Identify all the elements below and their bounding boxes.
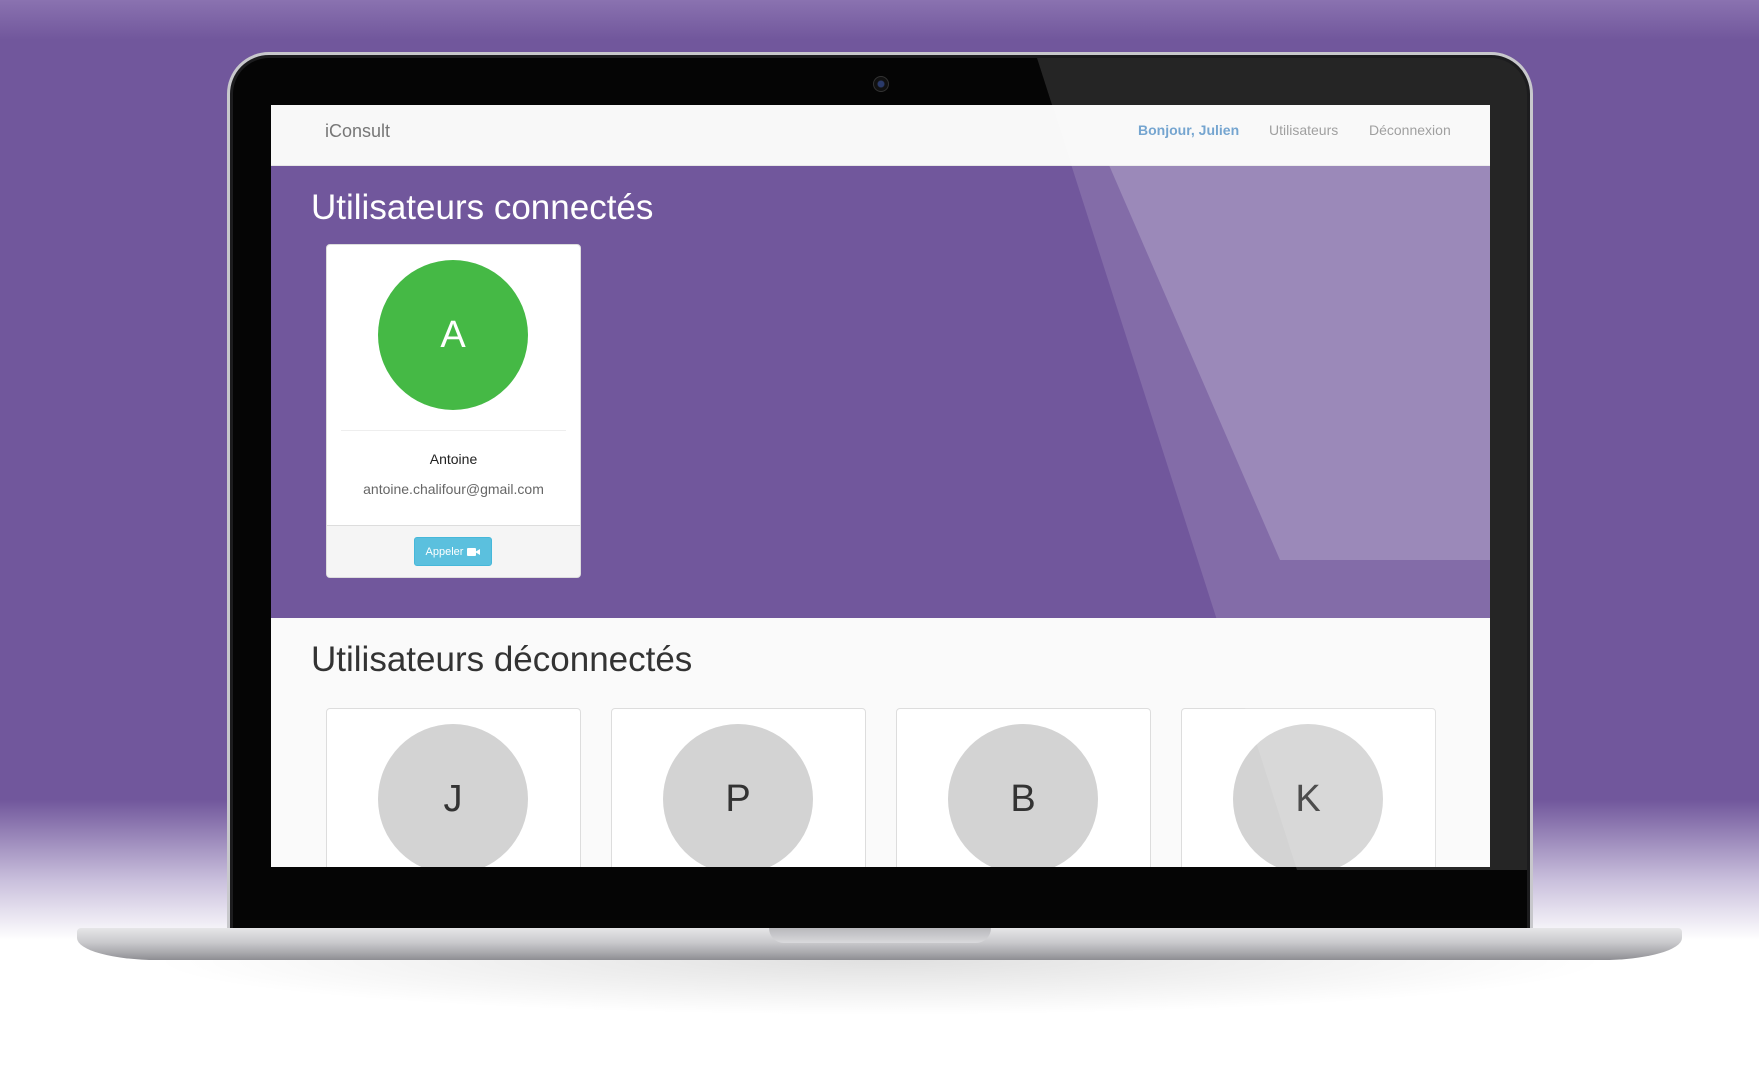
card-divider [341,430,566,431]
user-card-online: A Antoine antoine.chalifour@gmail.com Ap… [326,244,581,578]
connected-users-section: Utilisateurs connectés A Antoine antoine… [271,166,1490,618]
user-card-offline: J [326,708,581,867]
disconnected-users-title: Utilisateurs déconnectés [311,640,693,679]
laptop-notch [769,928,991,943]
avatar-initial: P [725,777,751,820]
app-screen: iConsult Bonjour, Julien Utilisateurs Dé… [271,105,1490,867]
avatar-initial: K [1295,777,1321,820]
greeting-link[interactable]: Bonjour, Julien [1138,122,1239,138]
user-card-offline: K [1181,708,1436,867]
brand-link[interactable]: iConsult [325,121,390,142]
avatar: P [663,724,813,867]
nav-logout-link[interactable]: Déconnexion [1369,122,1451,138]
avatar-initial: J [443,777,463,820]
avatar: K [1233,724,1383,867]
avatar-initial: A [440,313,466,356]
avatar: J [378,724,528,867]
avatar-initial: B [1010,777,1036,820]
user-card-offline: B [896,708,1151,867]
user-name: Antoine [429,451,478,467]
navbar: iConsult Bonjour, Julien Utilisateurs Dé… [271,105,1490,166]
laptop-shadow [90,960,1670,1020]
webcam-icon [873,76,889,92]
video-camera-icon [467,547,481,556]
disconnected-users-section: Utilisateurs déconnectés J P B K [271,618,1490,867]
card-footer: Appeler [327,525,580,577]
connected-users-title: Utilisateurs connectés [311,188,654,227]
user-card-offline: P [611,708,866,867]
user-email: antoine.chalifour@gmail.com [363,481,544,497]
avatar: A [378,260,528,410]
nav-users-link[interactable]: Utilisateurs [1269,122,1338,138]
avatar: B [948,724,1098,867]
call-button-label: Appeler [425,545,464,558]
call-button[interactable]: Appeler [414,537,492,566]
